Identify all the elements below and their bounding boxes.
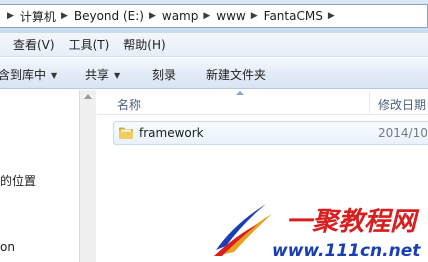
breadcrumb-wamp[interactable]: wamp xyxy=(162,9,198,23)
menu-tools[interactable]: 工具(T) xyxy=(69,36,110,53)
include-in-library-button[interactable]: 含到库中 ▼ xyxy=(0,66,57,83)
file-date-modified: 2014/10/ xyxy=(378,126,428,140)
share-label: 共享 xyxy=(85,68,110,82)
file-name: framework xyxy=(139,126,204,140)
dropdown-caret-icon: ▼ xyxy=(114,71,121,80)
column-divider[interactable] xyxy=(369,92,370,113)
include-in-library-label: 含到库中 xyxy=(0,68,47,82)
folder-icon xyxy=(118,126,134,140)
site-watermark: 一聚教程网 www.111cn.net xyxy=(214,194,428,262)
address-row: ▶ 计算机 ▶ Beyond (E:) ▶ wamp ▶ www ▶ Fanta… xyxy=(0,0,428,33)
dropdown-caret-icon: ▼ xyxy=(51,71,58,80)
breadcrumb-www[interactable]: www xyxy=(216,9,245,23)
sort-ascending-icon xyxy=(236,91,244,95)
scroll-up-arrow-icon[interactable] xyxy=(84,94,92,99)
breadcrumb-chevron-icon[interactable]: ▶ xyxy=(144,11,162,21)
file-row-framework[interactable]: framework 2014/10/ xyxy=(113,121,428,145)
column-header-row: 名称 修改日期 xyxy=(97,90,428,115)
menu-view[interactable]: 查看(V) xyxy=(13,36,55,53)
breadcrumb-chevron-icon[interactable]: ▶ xyxy=(198,11,216,21)
nav-item-recent-places[interactable]: 的位置 xyxy=(0,172,36,189)
share-button[interactable]: 共享 ▼ xyxy=(85,66,120,83)
new-folder-button[interactable]: 新建文件夹 xyxy=(206,66,266,83)
breadcrumb-chevron-icon[interactable]: ▶ xyxy=(246,11,264,21)
breadcrumb-chevron-icon[interactable]: ▶ xyxy=(2,11,20,21)
menu-help[interactable]: 帮助(H) xyxy=(123,36,165,53)
breadcrumb-drive[interactable]: Beyond (E:) xyxy=(74,9,144,23)
watermark-swoosh-icon xyxy=(214,204,272,256)
breadcrumb-fantacms[interactable]: FantaCMS xyxy=(264,9,323,23)
watermark-url: www.111cn.net xyxy=(272,241,421,261)
address-bar[interactable]: ▶ 计算机 ▶ Beyond (E:) ▶ wamp ▶ www ▶ Fanta… xyxy=(0,4,428,28)
explorer-window: ▶ 计算机 ▶ Beyond (E:) ▶ wamp ▶ www ▶ Fanta… xyxy=(0,0,428,262)
nav-item-partial[interactable]: on xyxy=(0,240,15,254)
menu-bar: 查看(V) 工具(T) 帮助(H) xyxy=(0,33,428,57)
navigation-scrollbar[interactable] xyxy=(79,90,96,262)
breadcrumb-chevron-icon[interactable]: ▶ xyxy=(56,11,74,21)
breadcrumb-chevron-icon[interactable]: ▶ xyxy=(323,11,341,21)
breadcrumb-computer[interactable]: 计算机 xyxy=(20,8,56,25)
command-bar: 含到库中 ▼ 共享 ▼ 刻录 新建文件夹 xyxy=(0,58,428,89)
watermark-title: 一聚教程网 xyxy=(286,207,420,237)
burn-button[interactable]: 刻录 xyxy=(152,66,176,83)
column-header-date-modified[interactable]: 修改日期 xyxy=(378,96,426,113)
navigation-pane: 的位置 on xyxy=(0,90,79,262)
column-header-name[interactable]: 名称 xyxy=(117,96,141,113)
